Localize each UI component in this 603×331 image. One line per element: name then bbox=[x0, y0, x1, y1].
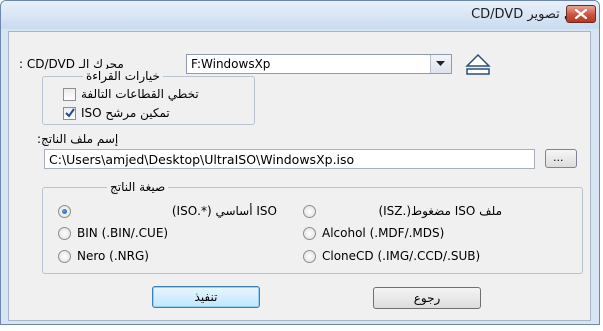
drive-select-arrow[interactable] bbox=[430, 55, 451, 73]
format-radio-iso[interactable] bbox=[58, 205, 71, 218]
close-icon bbox=[575, 9, 587, 19]
format-label-nero: Nero (.NRG) bbox=[77, 249, 149, 263]
format-radio-bin[interactable] bbox=[58, 227, 71, 240]
eject-icon bbox=[465, 53, 491, 75]
format-label-isz: ملف ISO مضغوط(.ISZ) bbox=[378, 204, 502, 218]
browse-button[interactable]: ... bbox=[545, 149, 577, 168]
back-button[interactable]: رجوع bbox=[373, 287, 481, 309]
format-label-iso: ISO أساسي (*.ISO) bbox=[171, 204, 277, 218]
format-radio-clonecd[interactable] bbox=[303, 250, 316, 263]
skip-bad-sectors-checkbox[interactable] bbox=[63, 88, 76, 101]
read-options-legend: خيارات القراءة bbox=[83, 69, 163, 83]
enable-iso-filter-checkbox[interactable] bbox=[63, 107, 76, 120]
drive-select-value: F:WindowsXp bbox=[191, 57, 271, 71]
output-file-input[interactable]: C:\Users\amjed\Desktop\UltraISO\WindowsX… bbox=[44, 149, 535, 169]
skip-bad-sectors-label: تخطي القطاعات التالفة bbox=[81, 87, 199, 101]
enable-iso-filter-label: تمكين مرشح ISO bbox=[81, 106, 170, 120]
checkmark-icon bbox=[65, 108, 75, 118]
close-button[interactable] bbox=[566, 5, 596, 23]
format-radio-alcohol[interactable] bbox=[303, 227, 316, 240]
format-radio-isz[interactable] bbox=[303, 205, 316, 218]
format-label-bin: BIN (.BIN/.CUE) bbox=[77, 226, 169, 240]
execute-button[interactable]: تنفيذ bbox=[152, 286, 260, 308]
make-cd-dvd-image-dialog: عمل تصوير CD/DVD محرك الـ CD/DVD : F:Win… bbox=[0, 0, 600, 325]
browse-button-label: ... bbox=[553, 151, 564, 164]
title-bar[interactable]: عمل تصوير CD/DVD bbox=[1, 1, 599, 29]
chevron-down-icon bbox=[436, 61, 445, 66]
format-label-clonecd: CloneCD (.IMG/.CCD/.SUB) bbox=[322, 249, 481, 263]
selected-dot bbox=[62, 209, 67, 214]
dialog-body: محرك الـ CD/DVD : F:WindowsXp خيارات الق… bbox=[8, 31, 591, 321]
format-radio-nero[interactable] bbox=[58, 250, 71, 263]
format-label-alcohol: Alcohol (.MDF/.MDS) bbox=[322, 226, 445, 240]
output-format-legend: صيغة الناتج bbox=[107, 180, 169, 194]
output-file-path: C:\Users\amjed\Desktop\UltraISO\WindowsX… bbox=[49, 152, 355, 167]
output-file-label: :إسم ملف الناتج bbox=[37, 132, 119, 146]
eject-button[interactable] bbox=[462, 50, 494, 78]
drive-select[interactable]: F:WindowsXp bbox=[186, 54, 452, 74]
